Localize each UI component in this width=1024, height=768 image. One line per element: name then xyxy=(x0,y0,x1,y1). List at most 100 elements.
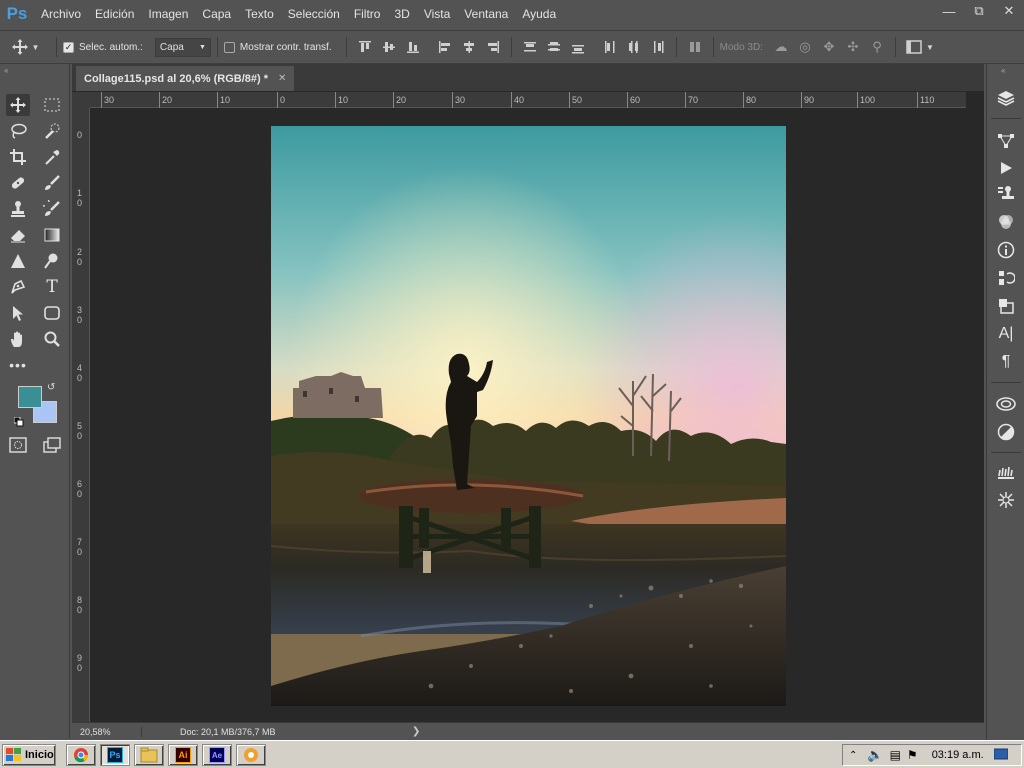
distribute-vertical-centers-icon[interactable] xyxy=(545,38,563,56)
type-tool[interactable]: T xyxy=(40,276,64,298)
menu-edicion[interactable]: Edición xyxy=(88,0,141,28)
brush-presets-panel-button[interactable] xyxy=(996,462,1016,482)
info-panel-button[interactable] xyxy=(996,240,1016,260)
show-desktop-icon[interactable] xyxy=(993,748,1009,763)
menu-vista[interactable]: Vista xyxy=(417,0,457,28)
brush-settings-panel-button[interactable] xyxy=(996,490,1016,510)
show-hidden-icons-icon[interactable]: ⌃ xyxy=(849,750,857,761)
adjustments-panel-button[interactable] xyxy=(996,422,1016,442)
brush-tool[interactable] xyxy=(40,172,64,194)
distribute-bottom-icon[interactable] xyxy=(569,38,587,56)
path-selection-tool[interactable] xyxy=(6,302,30,324)
marquee-tool[interactable] xyxy=(40,94,64,116)
libraries-panel-button[interactable] xyxy=(996,394,1016,414)
foreground-color-swatch[interactable] xyxy=(18,386,42,408)
paths-panel-button[interactable] xyxy=(996,130,1016,150)
screen-mode-button[interactable] xyxy=(40,434,64,456)
history-brush-tool[interactable] xyxy=(40,198,64,220)
volume-icon[interactable]: 🔈 xyxy=(867,747,883,763)
healing-brush-tool[interactable] xyxy=(6,172,30,194)
shape-tool[interactable] xyxy=(40,302,64,324)
document-tab[interactable]: Collage115.psd al 20,6% (RGB/8#) * ✕ xyxy=(76,66,295,91)
ruler-origin[interactable] xyxy=(72,92,90,108)
align-horizontal-centers-icon[interactable] xyxy=(460,38,478,56)
drag-3d-icon[interactable]: ✥ xyxy=(820,38,838,56)
quick-selection-tool[interactable] xyxy=(40,120,64,142)
edit-toolbar-button[interactable]: ••• xyxy=(6,354,30,376)
auto-align-layers-icon[interactable] xyxy=(686,38,704,56)
crop-tool[interactable] xyxy=(6,146,30,168)
swap-colors-icon[interactable]: ↺ xyxy=(47,382,55,393)
menu-ayuda[interactable]: Ayuda xyxy=(515,0,563,28)
taskbar-after-effects[interactable]: Ae xyxy=(202,744,232,766)
menu-filtro[interactable]: Filtro xyxy=(347,0,388,28)
clone-stamp-tool[interactable] xyxy=(6,198,30,220)
collapse-panel-icon[interactable]: « xyxy=(4,66,8,75)
align-bottom-edges-icon[interactable] xyxy=(404,38,422,56)
taskbar-photoshop[interactable]: Ps xyxy=(100,744,130,766)
default-colors-icon[interactable] xyxy=(13,414,24,432)
menu-3d[interactable]: 3D xyxy=(387,0,416,28)
distribute-horizontal-centers-icon[interactable] xyxy=(625,38,643,56)
dodge-tool[interactable] xyxy=(40,250,64,272)
taskbar-explorer[interactable] xyxy=(134,744,164,766)
distribute-right-icon[interactable] xyxy=(649,38,667,56)
menu-ventana[interactable]: Ventana xyxy=(457,0,515,28)
chevron-down-icon[interactable]: ▼ xyxy=(926,43,934,52)
hand-tool[interactable] xyxy=(6,328,30,350)
distribute-left-icon[interactable] xyxy=(601,38,619,56)
eyedropper-tool[interactable] xyxy=(40,146,64,168)
properties-panel-button[interactable] xyxy=(996,296,1016,316)
channels-panel-button[interactable] xyxy=(996,212,1016,232)
gradient-tool[interactable] xyxy=(40,224,64,246)
zoom-level[interactable]: 20,58% xyxy=(72,726,142,737)
scale-3d-icon[interactable]: ⚲ xyxy=(868,38,886,56)
actions-panel-button[interactable] xyxy=(996,158,1016,178)
distribute-top-icon[interactable] xyxy=(521,38,539,56)
tool-preset-picker[interactable]: ▼ xyxy=(0,38,50,56)
restore-button[interactable]: ⧉ xyxy=(964,0,994,22)
menu-capa[interactable]: Capa xyxy=(195,0,238,28)
taskbar-media-app[interactable] xyxy=(236,744,266,766)
paragraph-panel-button[interactable]: ¶ xyxy=(996,352,1016,372)
lasso-tool[interactable] xyxy=(6,120,30,142)
quick-mask-button[interactable] xyxy=(6,434,30,456)
network-icon[interactable]: ▤ xyxy=(890,748,901,762)
workspace-switcher[interactable] xyxy=(905,38,923,56)
move-tool[interactable] xyxy=(6,94,30,116)
align-vertical-centers-icon[interactable] xyxy=(380,38,398,56)
align-left-edges-icon[interactable] xyxy=(436,38,454,56)
clock[interactable]: 03:19 a.m. xyxy=(932,749,984,761)
slide-3d-icon[interactable]: ✣ xyxy=(844,38,862,56)
align-top-edges-icon[interactable] xyxy=(356,38,374,56)
taskbar-chrome[interactable] xyxy=(66,744,96,766)
clone-source-panel-button[interactable] xyxy=(996,184,1016,204)
action-center-flag-icon[interactable]: ⚑ xyxy=(907,748,918,762)
pen-tool[interactable] xyxy=(6,276,30,298)
menu-imagen[interactable]: Imagen xyxy=(141,0,195,28)
eraser-tool[interactable] xyxy=(6,224,30,246)
character-panel-button[interactable]: A| xyxy=(996,324,1016,344)
close-tab-icon[interactable]: ✕ xyxy=(278,73,286,84)
canvas-image[interactable] xyxy=(271,126,786,706)
ruler-tick-label: 30 xyxy=(455,95,466,105)
layers-panel-button[interactable] xyxy=(996,88,1016,108)
status-menu-arrow-icon[interactable]: ❯ xyxy=(412,726,420,737)
zoom-tool[interactable] xyxy=(40,328,64,350)
auto-select-checkbox[interactable]: ✓ xyxy=(63,41,74,53)
orbit-3d-icon[interactable]: ☁ xyxy=(772,38,790,56)
expand-panels-icon[interactable]: « xyxy=(1001,66,1005,75)
minimize-button[interactable]: — xyxy=(934,0,964,22)
start-button[interactable]: Inicio xyxy=(2,744,56,766)
blur-tool[interactable] xyxy=(6,250,30,272)
close-button[interactable]: ✕ xyxy=(994,0,1024,22)
menu-archivo[interactable]: Archivo xyxy=(34,0,88,28)
show-transform-checkbox[interactable] xyxy=(223,41,235,53)
roll-3d-icon[interactable]: ◎ xyxy=(796,38,814,56)
taskbar-illustrator[interactable]: Ai xyxy=(168,744,198,766)
history-panel-button[interactable] xyxy=(996,268,1016,288)
menu-seleccion[interactable]: Selección xyxy=(281,0,347,28)
align-right-edges-icon[interactable] xyxy=(484,38,502,56)
auto-select-dropdown[interactable]: Capa ▼ xyxy=(154,37,211,57)
menu-texto[interactable]: Texto xyxy=(238,0,281,28)
